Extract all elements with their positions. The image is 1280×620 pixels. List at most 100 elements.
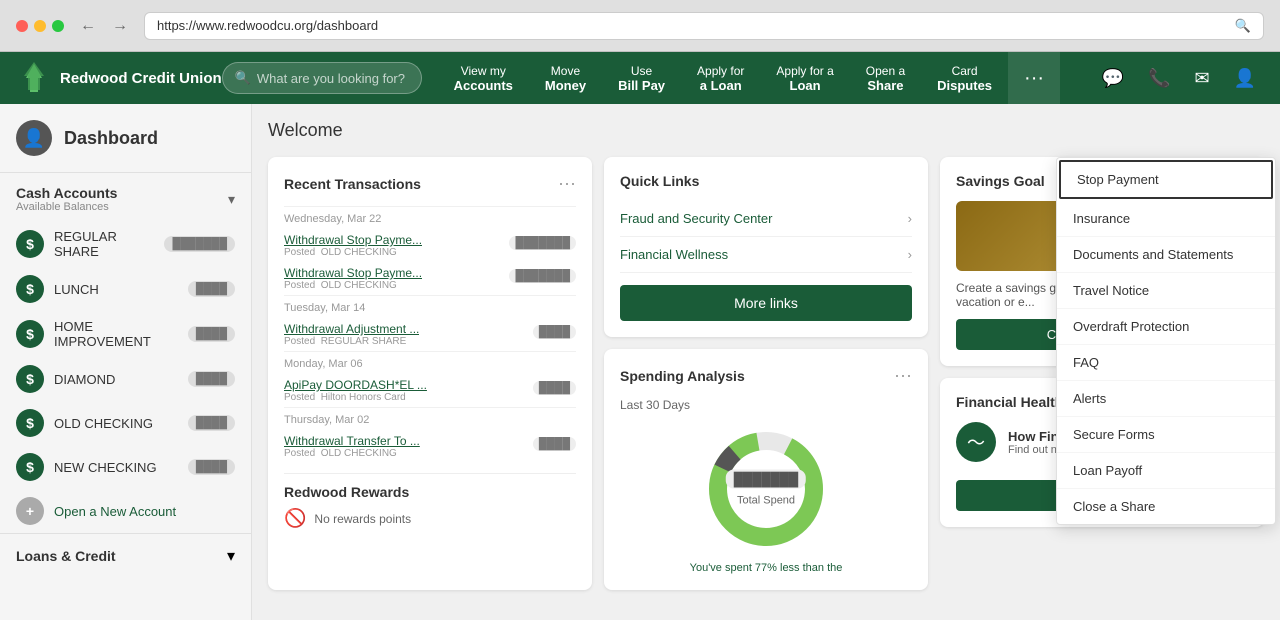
nav-bill-pay[interactable]: Use Bill Pay bbox=[602, 52, 681, 104]
account-item-old-checking[interactable]: $ OLD CHECKING ████ bbox=[0, 401, 251, 445]
transaction-meta: Posted Hilton Honors Card bbox=[284, 392, 427, 403]
search-input[interactable] bbox=[257, 71, 407, 86]
transaction-desc[interactable]: Withdrawal Stop Payme... bbox=[284, 233, 422, 247]
nav-move-money[interactable]: Move Money bbox=[529, 52, 602, 104]
account-item-lunch[interactable]: $ LUNCH ████ bbox=[0, 267, 251, 311]
traffic-lights bbox=[16, 20, 64, 32]
more-links-button[interactable]: More links bbox=[620, 285, 912, 321]
dropdown-item-insurance[interactable]: Insurance bbox=[1057, 201, 1275, 237]
account-item-regular-share[interactable]: $ REGULAR SHARE ███████ bbox=[0, 221, 251, 267]
cash-accounts-chevron[interactable]: ▾ bbox=[228, 191, 235, 208]
spending-period: Last 30 Days bbox=[620, 398, 912, 412]
account-item-diamond[interactable]: $ DIAMOND ████ bbox=[0, 357, 251, 401]
close-button[interactable] bbox=[16, 20, 28, 32]
nav-items: View my Accounts Move Money Use Bill Pay… bbox=[438, 52, 1094, 104]
donut-chart-container: ███████ Total Spend You've spent 77% les… bbox=[620, 424, 912, 574]
no-rewards-icon: 🚫 bbox=[284, 508, 306, 529]
account-balance: ████ bbox=[188, 326, 235, 342]
loans-chevron: ▾ bbox=[227, 546, 235, 566]
transaction-meta: Posted OLD CHECKING bbox=[284, 247, 422, 258]
dropdown-item-loan-payoff[interactable]: Loan Payoff bbox=[1057, 453, 1275, 489]
chevron-right-icon: › bbox=[908, 247, 912, 262]
donut-chart: ███████ Total Spend bbox=[701, 424, 831, 554]
spending-analysis-menu[interactable]: ··· bbox=[894, 365, 912, 386]
dropdown-item-overdraft[interactable]: Overdraft Protection bbox=[1057, 309, 1275, 345]
recent-transactions-title: Recent Transactions bbox=[284, 176, 421, 192]
mail-button[interactable]: ✉ bbox=[1186, 60, 1217, 97]
dashboard-title: Dashboard bbox=[64, 128, 158, 149]
transaction-amount: ████ bbox=[533, 381, 576, 395]
content-area: Welcome Recent Transactions ··· Wednesda… bbox=[252, 104, 1280, 620]
transaction-amount: ███████ bbox=[509, 269, 576, 283]
quick-links-card: Quick Links Fraud and Security Center › … bbox=[604, 157, 928, 337]
transaction-desc[interactable]: Withdrawal Stop Payme... bbox=[284, 266, 422, 280]
search-bar-icon: 🔍 bbox=[235, 70, 251, 86]
recent-transactions-menu[interactable]: ··· bbox=[558, 173, 576, 194]
dropdown-menu: Stop Payment Insurance Documents and Sta… bbox=[1056, 157, 1276, 525]
nav-apply-loan-2[interactable]: Apply for a Loan bbox=[760, 52, 849, 104]
chat-button[interactable]: 💬 bbox=[1094, 60, 1132, 97]
dropdown-item-close-share[interactable]: Close a Share bbox=[1057, 489, 1275, 524]
account-name: LUNCH bbox=[54, 282, 178, 297]
account-name: REGULAR SHARE bbox=[54, 229, 154, 259]
address-search-icon: 🔍 bbox=[1235, 18, 1251, 34]
app: Redwood Credit Union 🔍 View my Accounts … bbox=[0, 52, 1280, 620]
quick-link-fraud[interactable]: Fraud and Security Center › bbox=[620, 201, 912, 237]
nav-card-disputes[interactable]: Card Disputes bbox=[921, 52, 1008, 104]
transaction-meta: Posted OLD CHECKING bbox=[284, 448, 420, 459]
recent-transactions-card: Recent Transactions ··· Wednesday, Mar 2… bbox=[268, 157, 592, 590]
dropdown-item-faq[interactable]: FAQ bbox=[1057, 345, 1275, 381]
minimize-button[interactable] bbox=[34, 20, 46, 32]
avatar: 👤 bbox=[16, 120, 52, 156]
table-row: ApiPay DOORDASH*EL ... Posted Hilton Hon… bbox=[284, 374, 576, 407]
loans-credit-section: Loans & Credit ▾ bbox=[0, 533, 251, 574]
search-bar[interactable]: 🔍 bbox=[222, 62, 422, 94]
app-header: Redwood Credit Union 🔍 View my Accounts … bbox=[0, 52, 1280, 104]
spending-analysis-header: Spending Analysis ··· bbox=[620, 365, 912, 386]
back-button[interactable]: ← bbox=[76, 13, 100, 39]
table-row: Withdrawal Stop Payme... Posted OLD CHEC… bbox=[284, 229, 576, 262]
open-new-account[interactable]: + Open a New Account bbox=[0, 489, 251, 533]
right-column: Savings Goal 💰 Create a savings goal bbox=[940, 157, 1264, 590]
quick-link-wellness[interactable]: Financial Wellness › bbox=[620, 237, 912, 273]
account-name: NEW CHECKING bbox=[54, 460, 178, 475]
maximize-button[interactable] bbox=[52, 20, 64, 32]
user-button[interactable]: 👤 bbox=[1226, 60, 1264, 97]
header-icons: 💬 📞 ✉ 👤 bbox=[1094, 60, 1264, 97]
transaction-desc[interactable]: Withdrawal Adjustment ... bbox=[284, 322, 419, 336]
nav-open-share[interactable]: Open a Share bbox=[850, 52, 921, 104]
financial-health-icon: 〜 bbox=[956, 422, 996, 462]
transaction-desc[interactable]: ApiPay DOORDASH*EL ... bbox=[284, 378, 427, 392]
transaction-desc[interactable]: Withdrawal Transfer To ... bbox=[284, 434, 420, 448]
loans-credit-header[interactable]: Loans & Credit ▾ bbox=[0, 534, 251, 574]
welcome-text: Welcome bbox=[268, 120, 1264, 141]
rewards-title: Redwood Rewards bbox=[284, 484, 576, 500]
phone-button[interactable]: 📞 bbox=[1140, 60, 1178, 97]
dropdown-item-secure-forms[interactable]: Secure Forms bbox=[1057, 417, 1275, 453]
browser-chrome: ← → 🔍 bbox=[0, 0, 1280, 52]
open-account-text: Open a New Account bbox=[54, 504, 176, 519]
address-bar[interactable]: 🔍 bbox=[144, 12, 1264, 40]
forward-button[interactable]: → bbox=[108, 13, 132, 39]
dropdown-item-documents[interactable]: Documents and Statements bbox=[1057, 237, 1275, 273]
transaction-meta: Posted REGULAR SHARE bbox=[284, 336, 419, 347]
nav-view-accounts[interactable]: View my Accounts bbox=[438, 52, 529, 104]
quick-link-label: Financial Wellness bbox=[620, 247, 728, 262]
nav-apply-loan-1[interactable]: Apply for a Loan bbox=[681, 52, 760, 104]
transaction-amount: ████ bbox=[533, 325, 576, 339]
content-grid: Recent Transactions ··· Wednesday, Mar 2… bbox=[268, 157, 1264, 590]
nav-more-button[interactable]: ··· bbox=[1008, 52, 1060, 104]
recent-transactions-header: Recent Transactions ··· bbox=[284, 173, 576, 194]
dropdown-item-travel[interactable]: Travel Notice bbox=[1057, 273, 1275, 309]
account-item-new-checking[interactable]: $ NEW CHECKING ████ bbox=[0, 445, 251, 489]
transaction-date: Tuesday, Mar 14 bbox=[284, 295, 576, 318]
account-icon-new-checking: $ bbox=[16, 453, 44, 481]
address-input[interactable] bbox=[157, 18, 1227, 33]
transaction-date: Monday, Mar 06 bbox=[284, 351, 576, 374]
dropdown-item-alerts[interactable]: Alerts bbox=[1057, 381, 1275, 417]
spending-note: You've spent 77% less than the bbox=[690, 562, 843, 574]
account-icon-old-checking: $ bbox=[16, 409, 44, 437]
total-spend-label: Total Spend bbox=[737, 495, 795, 507]
dropdown-item-stop-payment[interactable]: Stop Payment bbox=[1059, 160, 1273, 199]
account-item-home-improvement[interactable]: $ HOME IMPROVEMENT ████ bbox=[0, 311, 251, 357]
